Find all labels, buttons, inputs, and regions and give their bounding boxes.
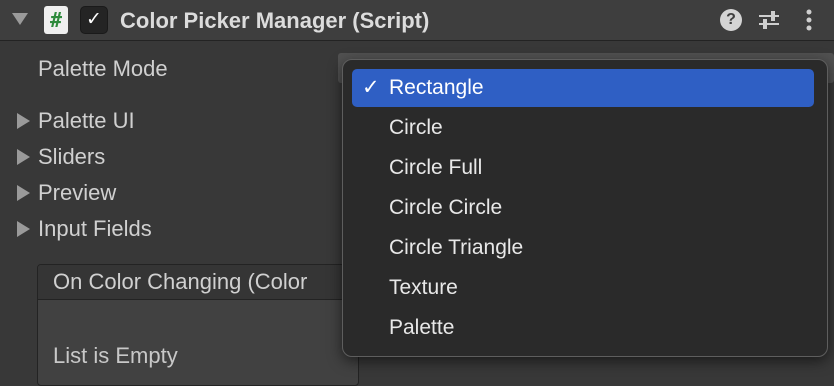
component-title[interactable]: Color Picker Manager (Script): [120, 6, 429, 36]
foldout-sliders[interactable]: Sliders: [38, 143, 105, 171]
dropdown-option-rectangle[interactable]: ✓ Rectangle: [352, 69, 814, 107]
dropdown-option-label: Circle Circle: [389, 196, 503, 219]
foldout-triangle-icon[interactable]: [17, 149, 30, 165]
dropdown-option-texture[interactable]: Texture: [352, 269, 814, 307]
event-header: On Color Changing (Color: [38, 265, 358, 300]
dropdown-option-circle-full[interactable]: Circle Full: [352, 149, 814, 187]
dropdown-option-label: Texture: [389, 276, 458, 299]
csharp-script-icon: #: [44, 6, 68, 34]
presets-sliders-icon[interactable]: [756, 8, 782, 32]
foldout-triangle-icon[interactable]: [17, 113, 30, 129]
dropdown-option-palette[interactable]: Palette: [352, 309, 814, 347]
chevron-down-icon[interactable]: [12, 13, 28, 25]
event-list-empty-text: List is Empty: [53, 343, 178, 368]
foldout-input-fields[interactable]: Input Fields: [38, 215, 152, 243]
component-enabled-checkbox[interactable]: ✓: [80, 6, 108, 34]
palette-mode-dropdown-menu: ✓ Rectangle Circle Circle Full Circle Ci…: [342, 59, 828, 357]
foldout-triangle-icon[interactable]: [17, 185, 30, 201]
dropdown-option-label: Palette: [389, 316, 455, 339]
dropdown-option-label: Circle Full: [389, 156, 483, 179]
foldout-triangle-icon[interactable]: [17, 221, 30, 237]
checkmark-icon: ✓: [362, 76, 380, 99]
dropdown-option-circle[interactable]: Circle: [352, 109, 814, 147]
dropdown-option-label: Circle: [389, 116, 443, 139]
dropdown-option-circle-triangle[interactable]: Circle Triangle: [352, 229, 814, 267]
more-vertical-icon[interactable]: [798, 8, 820, 32]
help-icon[interactable]: ?: [720, 9, 742, 31]
foldout-palette-ui[interactable]: Palette UI: [38, 107, 135, 135]
dropdown-option-label: Rectangle: [389, 76, 484, 99]
on-color-changing-event: On Color Changing (Color List is Empty: [37, 264, 359, 386]
dropdown-option-label: Circle Triangle: [389, 236, 524, 259]
component-header: # ✓ Color Picker Manager (Script) ?: [0, 0, 834, 41]
dropdown-option-circle-circle[interactable]: Circle Circle: [352, 189, 814, 227]
palette-mode-label: Palette Mode: [38, 56, 168, 81]
foldout-preview[interactable]: Preview: [38, 179, 116, 207]
